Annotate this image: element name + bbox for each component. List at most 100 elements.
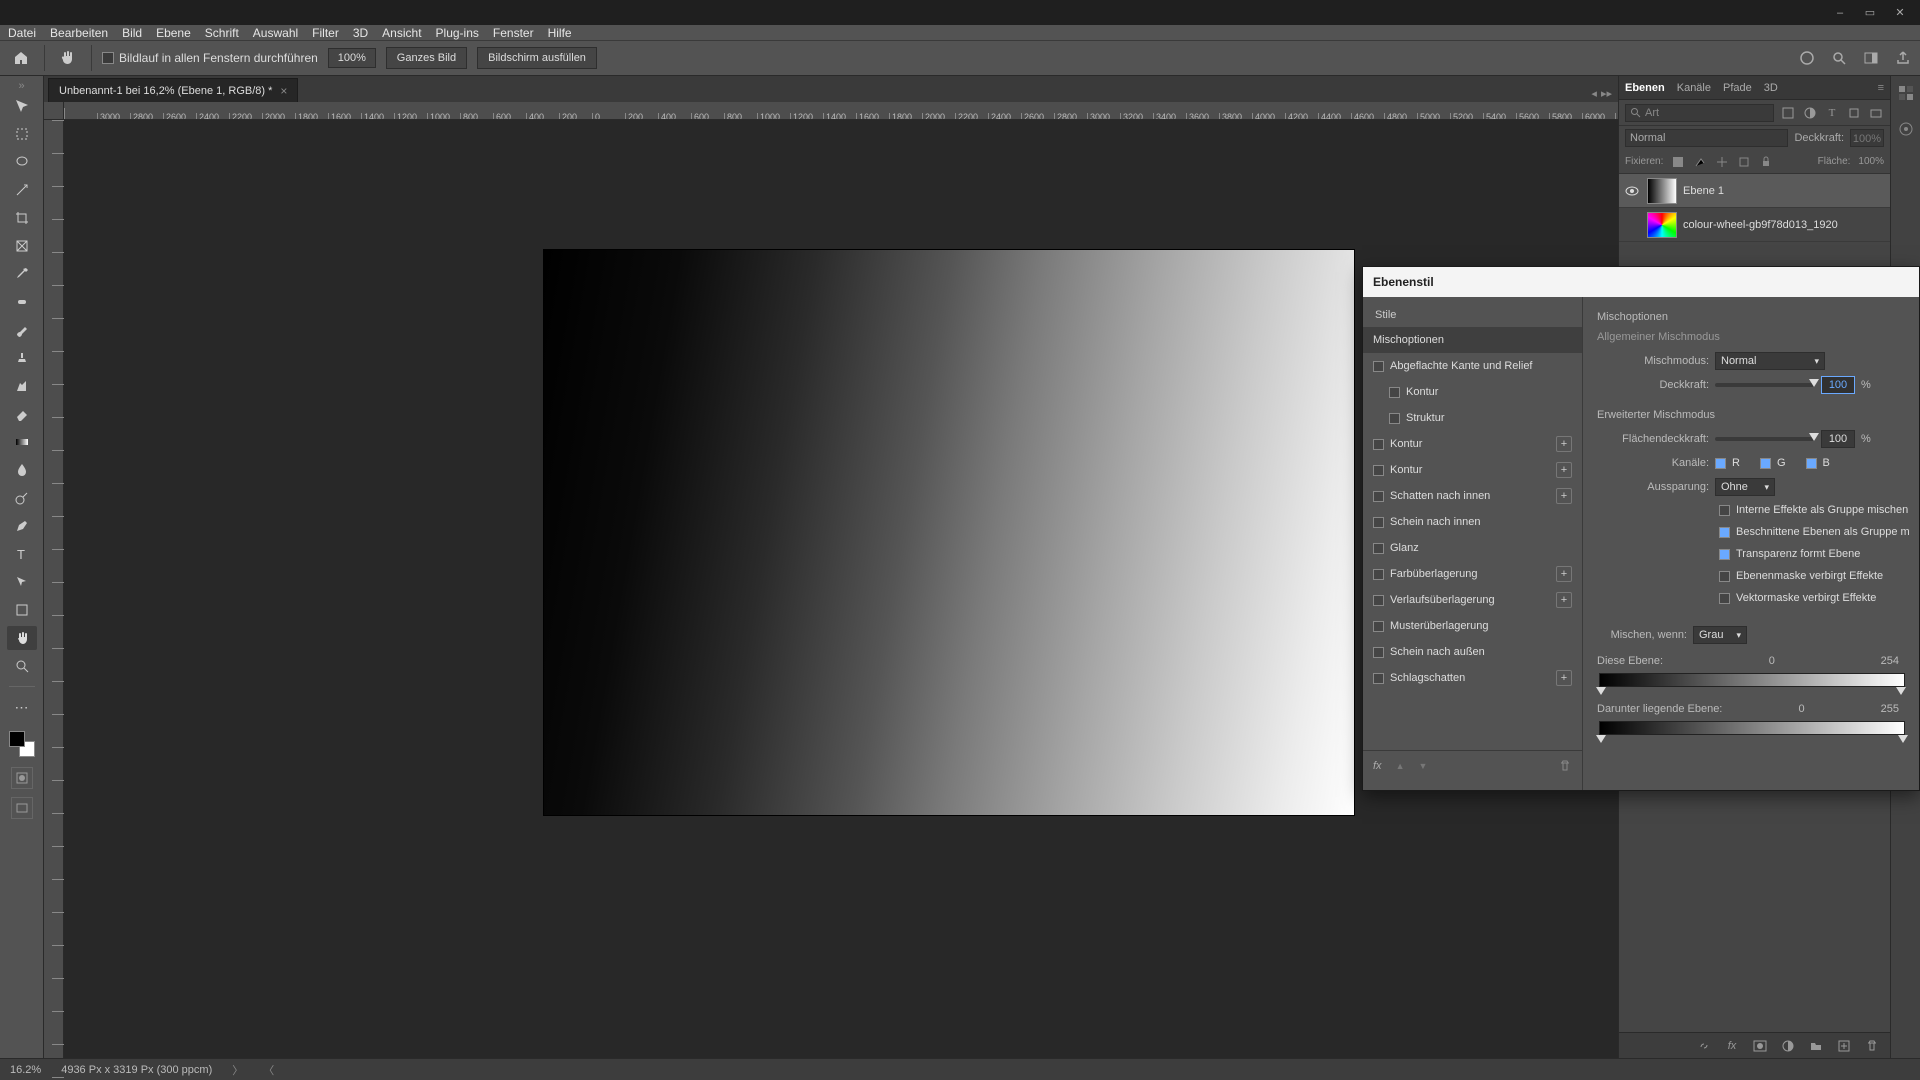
horizontal-ruler[interactable]: 3000280026002400220020001800160014001200… xyxy=(64,102,1618,120)
close-tab-icon[interactable]: × xyxy=(280,84,287,98)
effect-row[interactable]: Schatten nach innen+ xyxy=(1363,483,1582,509)
effect-row[interactable]: Abgeflachte Kante und Relief xyxy=(1363,353,1582,379)
healing-brush-tool[interactable] xyxy=(7,290,37,314)
menu-plugins[interactable]: Plug-ins xyxy=(436,26,479,40)
effect-row[interactable]: Schein nach außen xyxy=(1363,639,1582,665)
fill-input[interactable]: 100% xyxy=(1858,156,1884,167)
effect-row[interactable]: Farbüberlagerung+ xyxy=(1363,561,1582,587)
filter-pixel-icon[interactable] xyxy=(1780,105,1796,121)
color-swatches[interactable] xyxy=(7,729,37,759)
menu-3d[interactable]: 3D xyxy=(353,26,368,40)
slider-knob-icon[interactable] xyxy=(1809,379,1819,387)
status-chevron-left-icon[interactable]: 〈 xyxy=(263,1062,274,1078)
lock-all-icon[interactable] xyxy=(1759,155,1773,169)
vertical-ruler[interactable] xyxy=(44,120,64,1058)
window-close-button[interactable]: ✕ xyxy=(1885,3,1915,23)
fill-opacity-slider[interactable] xyxy=(1715,437,1815,441)
effect-row[interactable]: Schlagschatten+ xyxy=(1363,665,1582,691)
this-layer-blend-slider[interactable] xyxy=(1599,673,1905,687)
channel-g-checkbox[interactable] xyxy=(1760,458,1771,469)
panel-icon-properties[interactable] xyxy=(1895,118,1917,140)
scroll-all-windows-checkbox[interactable]: Bildlauf in allen Fenstern durchführen xyxy=(102,51,318,65)
layer-row[interactable]: Ebene 1 xyxy=(1619,174,1890,208)
blend-clipped-checkbox[interactable] xyxy=(1719,527,1730,538)
edit-toolbar-icon[interactable]: ⋯ xyxy=(7,695,37,719)
effect-checkbox[interactable] xyxy=(1373,569,1384,580)
delete-effect-icon[interactable] xyxy=(1558,759,1572,773)
pen-tool[interactable] xyxy=(7,514,37,538)
gradient-tool[interactable] xyxy=(7,430,37,454)
opacity-input[interactable]: 100% xyxy=(1850,129,1884,147)
move-effect-down-icon[interactable]: ▼ xyxy=(1418,761,1427,771)
lasso-tool[interactable] xyxy=(7,150,37,174)
add-effect-icon[interactable]: + xyxy=(1556,592,1572,608)
fill-screen-button[interactable]: Bildschirm ausfüllen xyxy=(477,47,597,69)
hand-tool[interactable] xyxy=(7,626,37,650)
clone-stamp-tool[interactable] xyxy=(7,346,37,370)
effect-checkbox[interactable] xyxy=(1373,491,1384,502)
knockout-select[interactable]: Ohne ▾ xyxy=(1715,478,1775,496)
opacity-input[interactable]: 100 xyxy=(1821,376,1855,394)
menu-help[interactable]: Hilfe xyxy=(548,26,572,40)
group-layers-icon[interactable] xyxy=(1808,1038,1824,1054)
effect-checkbox[interactable] xyxy=(1373,439,1384,450)
tab-layers[interactable]: Ebenen xyxy=(1625,82,1665,94)
add-effect-icon[interactable]: + xyxy=(1556,462,1572,478)
document-tab[interactable]: Unbenannt-1 bei 16,2% (Ebene 1, RGB/8) *… xyxy=(48,78,298,102)
move-effect-up-icon[interactable]: ▲ xyxy=(1396,761,1405,771)
move-tool[interactable] xyxy=(7,94,37,118)
search-icon[interactable] xyxy=(1830,49,1848,67)
slider-stop-white-icon[interactable] xyxy=(1898,735,1908,743)
layer-name[interactable]: Ebene 1 xyxy=(1683,185,1724,197)
tab-paths[interactable]: Pfade xyxy=(1723,82,1752,94)
effect-row[interactable]: Mischoptionen xyxy=(1363,327,1582,353)
dock-grip-icon[interactable]: » xyxy=(0,80,43,90)
link-layers-icon[interactable] xyxy=(1696,1038,1712,1054)
tab-channels[interactable]: Kanäle xyxy=(1677,82,1711,94)
add-effect-icon[interactable]: + xyxy=(1556,670,1572,686)
slider-stop-black-icon[interactable] xyxy=(1596,687,1606,695)
screen-mode-button[interactable] xyxy=(11,797,33,819)
chevron-right-icon[interactable]: ▸▸ xyxy=(1601,87,1612,100)
transparency-shapes-checkbox[interactable] xyxy=(1719,549,1730,560)
add-effect-icon[interactable]: + xyxy=(1556,488,1572,504)
artboard-tool[interactable] xyxy=(7,122,37,146)
panel-icon-color[interactable] xyxy=(1895,82,1917,104)
document-canvas[interactable] xyxy=(544,250,1354,815)
filter-type-icon[interactable]: T xyxy=(1824,105,1840,121)
fx-menu-button[interactable]: fx xyxy=(1373,760,1382,772)
zoom-tool[interactable] xyxy=(7,654,37,678)
slider-stop-black-icon[interactable] xyxy=(1596,735,1606,743)
effect-row[interactable]: Schein nach innen xyxy=(1363,509,1582,535)
crop-tool[interactable] xyxy=(7,206,37,230)
filter-smart-icon[interactable] xyxy=(1868,105,1884,121)
tab-3d[interactable]: 3D xyxy=(1764,82,1778,94)
effect-checkbox[interactable] xyxy=(1389,387,1400,398)
chevron-left-icon[interactable]: ◂ xyxy=(1591,87,1597,100)
effect-row[interactable]: Musterüberlagerung xyxy=(1363,613,1582,639)
effect-checkbox[interactable] xyxy=(1373,361,1384,372)
menu-edit[interactable]: Bearbeiten xyxy=(50,26,108,40)
adjustment-layer-icon[interactable] xyxy=(1780,1038,1796,1054)
window-minimize-button[interactable]: – xyxy=(1825,3,1855,23)
type-tool[interactable]: T xyxy=(7,542,37,566)
layer-thumbnail[interactable] xyxy=(1647,212,1677,238)
add-effect-icon[interactable]: + xyxy=(1556,436,1572,452)
magic-wand-tool[interactable] xyxy=(7,178,37,202)
underlying-layer-blend-slider[interactable] xyxy=(1599,721,1905,735)
brush-tool[interactable] xyxy=(7,318,37,342)
lock-position-icon[interactable] xyxy=(1693,155,1707,169)
visibility-toggle-icon[interactable] xyxy=(1625,184,1641,198)
menu-select[interactable]: Auswahl xyxy=(253,26,298,40)
dialog-titlebar[interactable]: Ebenenstil xyxy=(1363,267,1919,297)
zoom-input[interactable]: 100% xyxy=(328,48,376,68)
new-layer-icon[interactable] xyxy=(1836,1038,1852,1054)
shape-tool[interactable] xyxy=(7,598,37,622)
layer-style-dialog[interactable]: Ebenenstil Stile MischoptionenAbgeflacht… xyxy=(1362,266,1920,791)
vector-mask-hides-checkbox[interactable] xyxy=(1719,593,1730,604)
menu-view[interactable]: Ansicht xyxy=(382,26,421,40)
layer-mask-icon[interactable] xyxy=(1752,1038,1768,1054)
add-effect-icon[interactable]: + xyxy=(1556,566,1572,582)
channel-b-checkbox[interactable] xyxy=(1806,458,1817,469)
workspace-icon[interactable] xyxy=(1862,49,1880,67)
